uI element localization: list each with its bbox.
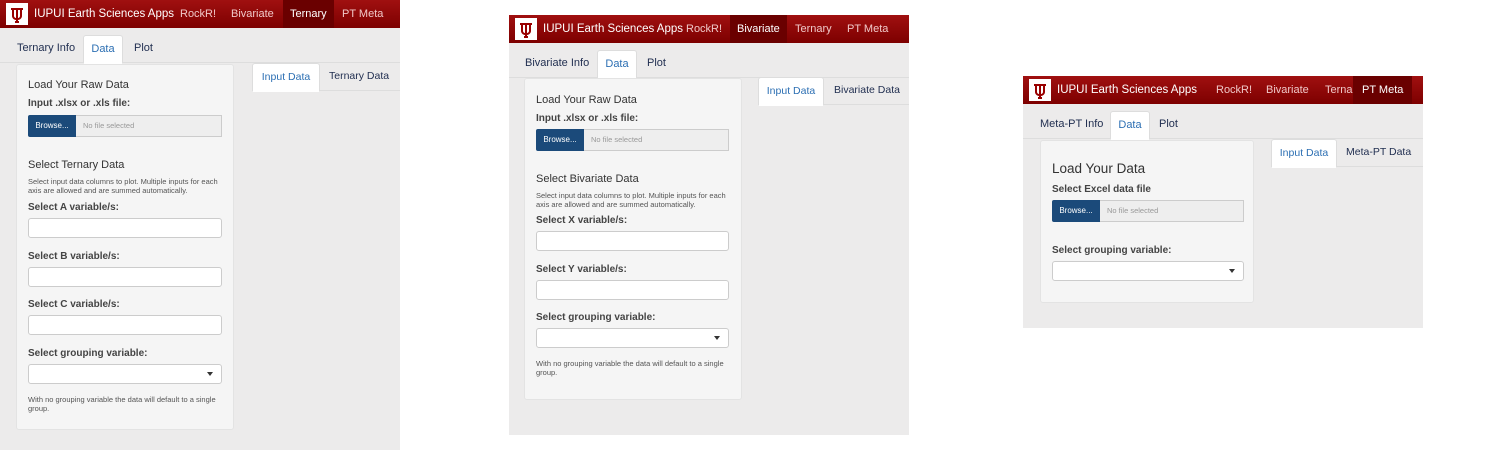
chevron-down-icon xyxy=(207,372,213,376)
app-title: IUPUI Earth Sciences Apps xyxy=(34,8,174,20)
nav-rockr[interactable]: RockR! xyxy=(1209,76,1259,104)
grouping-select[interactable] xyxy=(536,328,729,348)
grouping-select[interactable] xyxy=(28,364,222,384)
input-well: Load Your Raw Data Input .xlsx or .xls f… xyxy=(16,64,234,430)
select-data-title: Select Ternary Data xyxy=(28,159,125,171)
tab-bar: Bivariate Info Data Plot xyxy=(509,50,909,79)
tab-input-data[interactable]: Input Data xyxy=(758,77,824,106)
file-input-label: Input .xlsx or .xls file: xyxy=(28,98,131,109)
y-variable-input[interactable] xyxy=(536,280,729,300)
y-variable-label: Select Y variable/s: xyxy=(536,264,627,275)
iu-trident-icon xyxy=(6,3,28,25)
file-name-field[interactable]: No file selected xyxy=(1100,200,1244,222)
load-data-title: Load Your Data xyxy=(1052,161,1146,176)
browse-button[interactable]: Browse... xyxy=(28,115,76,137)
grouping-label: Select grouping variable: xyxy=(28,348,148,359)
tab-input-data[interactable]: Input Data xyxy=(252,63,320,92)
x-variable-input[interactable] xyxy=(536,231,729,251)
app-title: IUPUI Earth Sciences Apps xyxy=(1057,84,1197,96)
grouping-select[interactable] xyxy=(1052,261,1244,281)
tab-bar: Meta-PT Info Data Plot xyxy=(1023,111,1423,140)
tab-data[interactable]: Data xyxy=(597,50,637,79)
tab-meta-pt-data[interactable]: Meta-PT Data xyxy=(1346,139,1411,165)
a-variable-input[interactable] xyxy=(28,218,222,238)
select-help-text: Select input data columns to plot. Multi… xyxy=(28,177,218,195)
tab-data[interactable]: Data xyxy=(1110,111,1150,140)
nav-ternary[interactable]: Ternary xyxy=(283,0,334,28)
tab-bivariate-data[interactable]: Bivariate Data xyxy=(834,77,900,103)
b-variable-label: Select B variable/s: xyxy=(28,251,120,262)
tab-input-data[interactable]: Input Data xyxy=(1271,139,1337,168)
brand[interactable]: IUPUI Earth Sciences Apps xyxy=(6,3,174,25)
iu-trident-icon xyxy=(1029,79,1051,101)
nav-pt-meta[interactable]: PT Meta xyxy=(335,0,390,28)
output-tab-bar: Input Data Bivariate Data xyxy=(758,77,909,106)
b-variable-input[interactable] xyxy=(28,267,222,287)
tab-bivariate-info[interactable]: Bivariate Info xyxy=(525,50,589,76)
nav-bivariate[interactable]: Bivariate xyxy=(1259,76,1316,104)
x-variable-label: Select X variable/s: xyxy=(536,215,628,226)
navbar: IUPUI Earth Sciences Apps RockR! Bivaria… xyxy=(509,15,909,43)
file-input: Browse... No file selected xyxy=(536,129,729,151)
browse-button[interactable]: Browse... xyxy=(536,129,584,151)
iu-trident-icon xyxy=(515,18,537,40)
c-variable-input[interactable] xyxy=(28,315,222,335)
input-well: Load Your Data Select Excel data file Br… xyxy=(1040,140,1254,303)
tab-plot[interactable]: Plot xyxy=(1159,111,1178,137)
grouping-note: With no grouping variable the data will … xyxy=(28,395,216,413)
ternary-app-screen: IUPUI Earth Sciences Apps RockR! Bivaria… xyxy=(0,0,400,450)
output-tab-bar: Input Data Meta-PT Data xyxy=(1271,139,1423,168)
tab-ternary-info[interactable]: Ternary Info xyxy=(17,35,75,61)
bivariate-app-screen: IUPUI Earth Sciences Apps RockR! Bivaria… xyxy=(509,15,909,435)
file-input-label: Select Excel data file xyxy=(1052,184,1151,195)
file-input-label: Input .xlsx or .xls file: xyxy=(536,113,639,124)
file-name-field[interactable]: No file selected xyxy=(76,115,222,137)
tab-plot[interactable]: Plot xyxy=(134,35,153,61)
navbar: IUPUI Earth Sciences Apps RockR! Bivaria… xyxy=(0,0,400,28)
file-input: Browse... No file selected xyxy=(28,115,222,137)
grouping-label: Select grouping variable: xyxy=(1052,245,1172,256)
a-variable-label: Select A variable/s: xyxy=(28,202,119,213)
nav-rockr[interactable]: RockR! xyxy=(679,15,729,43)
brand[interactable]: IUPUI Earth Sciences Apps xyxy=(515,18,683,40)
nav-bivariate[interactable]: Bivariate xyxy=(224,0,281,28)
grouping-label: Select grouping variable: xyxy=(536,312,656,323)
pt-meta-app-screen: IUPUI Earth Sciences Apps RockR! Bivaria… xyxy=(1023,76,1423,328)
select-help-text: Select input data columns to plot. Multi… xyxy=(536,191,726,209)
nav-ternary[interactable]: Ternary xyxy=(788,15,839,43)
nav-pt-meta[interactable]: PT Meta xyxy=(1353,76,1413,104)
load-data-title: Load Your Raw Data xyxy=(28,79,129,91)
chevron-down-icon xyxy=(1229,269,1235,273)
chevron-down-icon xyxy=(714,336,720,340)
tab-ternary-data[interactable]: Ternary Data xyxy=(329,63,389,89)
nav-bivariate[interactable]: Bivariate xyxy=(730,15,787,43)
grouping-note: With no grouping variable the data will … xyxy=(536,359,724,377)
input-well: Load Your Raw Data Input .xlsx or .xls f… xyxy=(524,78,742,400)
file-input: Browse... No file selected xyxy=(1052,200,1244,222)
browse-button[interactable]: Browse... xyxy=(1052,200,1100,222)
tab-data[interactable]: Data xyxy=(83,35,123,64)
tab-plot[interactable]: Plot xyxy=(647,50,666,76)
select-data-title: Select Bivariate Data xyxy=(536,173,639,185)
output-tab-bar: Input Data Ternary Data xyxy=(252,63,400,92)
load-data-title: Load Your Raw Data xyxy=(536,94,637,106)
c-variable-label: Select C variable/s: xyxy=(28,299,120,310)
tab-meta-pt-info[interactable]: Meta-PT Info xyxy=(1040,111,1103,137)
nav-pt-meta[interactable]: PT Meta xyxy=(840,15,895,43)
app-title: IUPUI Earth Sciences Apps xyxy=(543,23,683,35)
file-name-field[interactable]: No file selected xyxy=(584,129,729,151)
tab-bar: Ternary Info Data Plot xyxy=(0,35,400,64)
navbar: IUPUI Earth Sciences Apps RockR! Bivaria… xyxy=(1023,76,1423,104)
brand[interactable]: IUPUI Earth Sciences Apps xyxy=(1029,79,1197,101)
nav-rockr[interactable]: RockR! xyxy=(173,0,223,28)
